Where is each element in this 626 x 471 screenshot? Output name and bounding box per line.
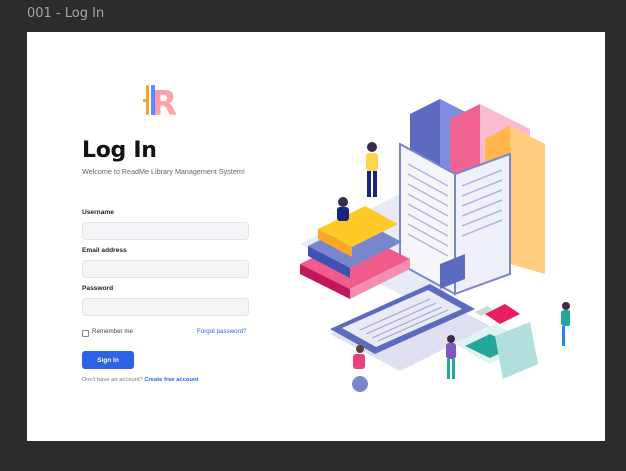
username-label: Username (82, 209, 114, 216)
page-title: Log In (82, 138, 157, 163)
password-label: Password (82, 285, 114, 292)
forgot-password-link[interactable]: Forgot password? (197, 328, 247, 335)
password-input[interactable] (82, 298, 249, 316)
library-isometric-illustration (300, 99, 570, 392)
readme-logo-icon: R (143, 84, 177, 119)
create-account-link[interactable]: Create free account (144, 377, 198, 383)
login-page: R Log In Welcome to ReadMe Library Manag… (27, 32, 605, 441)
frame-label: 001 - Log In (27, 6, 105, 21)
sign-in-button[interactable]: Sign In (82, 351, 134, 369)
remember-checkbox[interactable] (82, 330, 89, 337)
email-input[interactable] (82, 260, 249, 278)
page-subtitle: Welcome to ReadMe Library Management Sys… (82, 167, 245, 176)
signup-row: Don't have an account? Create free accou… (82, 377, 199, 383)
email-label: Email address (82, 247, 127, 254)
signup-prompt: Don't have an account? (82, 377, 143, 383)
remember-label: Remember me (92, 328, 133, 335)
username-input[interactable] (82, 222, 249, 240)
